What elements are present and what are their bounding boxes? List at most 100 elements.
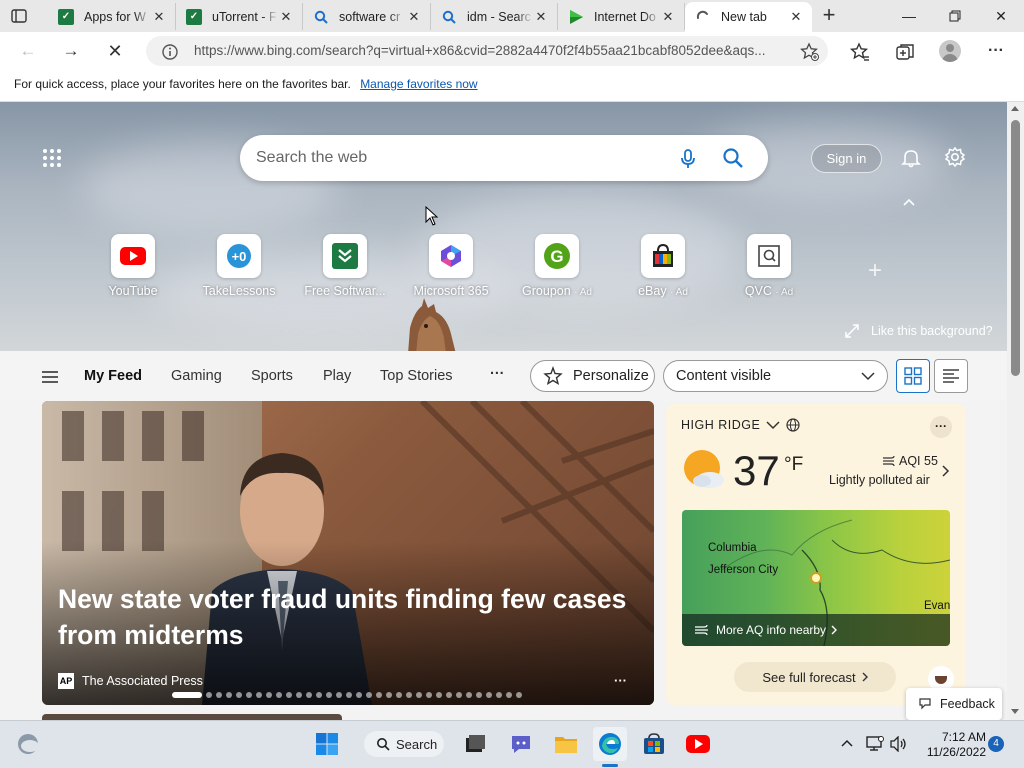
- apps-grid-icon[interactable]: [42, 148, 62, 168]
- scroll-thumb[interactable]: [1011, 120, 1020, 376]
- youtube-icon[interactable]: [686, 732, 710, 756]
- carousel-dot[interactable]: [456, 692, 462, 698]
- carousel-dot[interactable]: [486, 692, 492, 698]
- carousel-dot[interactable]: [276, 692, 282, 698]
- notification-count-badge[interactable]: 4: [988, 736, 1004, 752]
- forward-arrow-icon[interactable]: →: [56, 36, 86, 66]
- start-windows-icon[interactable]: [315, 732, 339, 756]
- carousel-dot[interactable]: [496, 692, 502, 698]
- more-feeds-icon[interactable]: ···: [490, 366, 505, 382]
- carousel-dot[interactable]: [346, 692, 352, 698]
- tab-0[interactable]: ✓ Apps for W ✕: [48, 3, 176, 30]
- taskbar-search-button[interactable]: Search: [364, 731, 444, 757]
- carousel-dot[interactable]: [216, 692, 222, 698]
- tab-2[interactable]: software cr ✕: [303, 3, 431, 30]
- microphone-icon[interactable]: [678, 148, 698, 170]
- collections-icon[interactable]: [894, 41, 916, 63]
- carousel-dot[interactable]: [516, 692, 522, 698]
- carousel-dot[interactable]: [326, 692, 332, 698]
- carousel-dot[interactable]: [446, 692, 452, 698]
- page-settings-gear-icon[interactable]: [944, 146, 966, 168]
- restore-icon[interactable]: [932, 0, 978, 32]
- tab-my-feed[interactable]: My Feed: [84, 368, 142, 384]
- tab-actions-icon[interactable]: [10, 7, 28, 25]
- tab-5[interactable]: New tab ✕: [685, 2, 812, 32]
- settings-more-icon[interactable]: ···: [985, 40, 1007, 62]
- quick-link-groupon[interactable]: G Groupon · Ad: [504, 234, 610, 298]
- temperature-unit[interactable]: °F: [784, 454, 803, 476]
- info-icon[interactable]: [161, 43, 179, 61]
- search-input[interactable]: Search the web: [256, 135, 367, 181]
- weather-widget-icon[interactable]: [16, 732, 40, 756]
- scroll-up-icon[interactable]: [1011, 106, 1019, 111]
- menu-hamburger-icon[interactable]: [40, 369, 60, 385]
- carousel-dot[interactable]: [476, 692, 482, 698]
- more-aq-info-link[interactable]: More AQ info nearby: [682, 614, 950, 646]
- carousel-dot[interactable]: [506, 692, 512, 698]
- grid-layout-button[interactable]: [896, 359, 930, 393]
- tab-3[interactable]: idm - Searc ✕: [431, 3, 558, 30]
- edge-browser-icon[interactable]: [598, 732, 622, 756]
- carousel-dot[interactable]: [266, 692, 272, 698]
- content-visibility-dropdown[interactable]: Content visible: [663, 360, 888, 392]
- close-tab-icon[interactable]: ✕: [278, 9, 294, 25]
- carousel-dot[interactable]: [236, 692, 242, 698]
- favorites-icon[interactable]: [849, 41, 871, 63]
- news-card[interactable]: New state voter fraud units finding few …: [42, 401, 654, 705]
- feedback-button[interactable]: Feedback: [906, 688, 1002, 720]
- add-quick-link-plus-icon[interactable]: +: [864, 259, 886, 283]
- tab-top-stories[interactable]: Top Stories: [380, 368, 453, 384]
- stop-loading-icon[interactable]: ✕: [100, 36, 130, 66]
- clock[interactable]: 7:12 AM 11/26/2022: [914, 730, 986, 760]
- weather-more-icon[interactable]: ···: [930, 416, 952, 438]
- search-icon[interactable]: [722, 147, 744, 169]
- weather-location[interactable]: HIGH RIDGE: [681, 418, 800, 432]
- quick-link-free-software[interactable]: Free Softwar...: [292, 234, 398, 298]
- add-favorite-icon[interactable]: [800, 42, 820, 62]
- air-quality-map[interactable]: Columbia Jefferson City Evans More AQ in…: [682, 510, 950, 646]
- close-tab-icon[interactable]: ✕: [151, 9, 167, 25]
- carousel-dot[interactable]: [386, 692, 392, 698]
- close-tab-icon[interactable]: ✕: [406, 9, 422, 25]
- quick-link-ebay[interactable]: eBay · Ad: [610, 234, 716, 298]
- carousel-dot[interactable]: [286, 692, 292, 698]
- chevron-right-icon[interactable]: [942, 465, 950, 477]
- vertical-scrollbar[interactable]: [1007, 102, 1024, 720]
- carousel-dot[interactable]: [246, 692, 252, 698]
- task-view-icon[interactable]: [463, 732, 487, 756]
- carousel-dot[interactable]: [306, 692, 312, 698]
- tab-1[interactable]: ✓ uTorrent - F ✕: [176, 3, 303, 30]
- carousel-dot[interactable]: [296, 692, 302, 698]
- carousel-dot[interactable]: [336, 692, 342, 698]
- scroll-down-icon[interactable]: [1011, 709, 1019, 714]
- news-more-icon[interactable]: ···: [614, 673, 627, 688]
- carousel-dot[interactable]: [426, 692, 432, 698]
- quick-link-qvc[interactable]: QVC · Ad: [716, 234, 822, 298]
- carousel-dot[interactable]: [466, 692, 472, 698]
- tab-4[interactable]: Internet Do ✕: [558, 3, 685, 30]
- see-full-forecast-button[interactable]: See full forecast: [734, 662, 896, 692]
- carousel-dot[interactable]: [436, 692, 442, 698]
- carousel-dot[interactable]: [356, 692, 362, 698]
- close-tab-icon[interactable]: ✕: [788, 9, 804, 25]
- carousel-dot[interactable]: [316, 692, 322, 698]
- close-tab-icon[interactable]: ✕: [533, 9, 549, 25]
- like-background[interactable]: Like this background?: [845, 324, 993, 338]
- microsoft-store-icon[interactable]: [642, 732, 666, 756]
- tab-gaming[interactable]: Gaming: [171, 368, 222, 384]
- show-hidden-icons-chevron-up-icon[interactable]: [840, 736, 854, 750]
- collapse-chevron-up-icon[interactable]: [902, 196, 916, 206]
- network-icon[interactable]: [866, 736, 884, 752]
- carousel-dot[interactable]: [366, 692, 372, 698]
- file-explorer-icon[interactable]: [554, 732, 578, 756]
- news-headline[interactable]: New state voter fraud units finding few …: [58, 581, 648, 653]
- minimize-icon[interactable]: —: [886, 0, 932, 32]
- carousel-dot[interactable]: [406, 692, 412, 698]
- tab-sports[interactable]: Sports: [251, 368, 293, 384]
- quick-link-youtube[interactable]: YouTube: [80, 234, 186, 298]
- carousel-dot[interactable]: [416, 692, 422, 698]
- back-arrow-icon[interactable]: ←: [13, 36, 43, 66]
- close-tab-icon[interactable]: ✕: [660, 9, 676, 25]
- profile-avatar[interactable]: [939, 40, 961, 62]
- quick-link-microsoft-365[interactable]: Microsoft 365: [398, 234, 504, 298]
